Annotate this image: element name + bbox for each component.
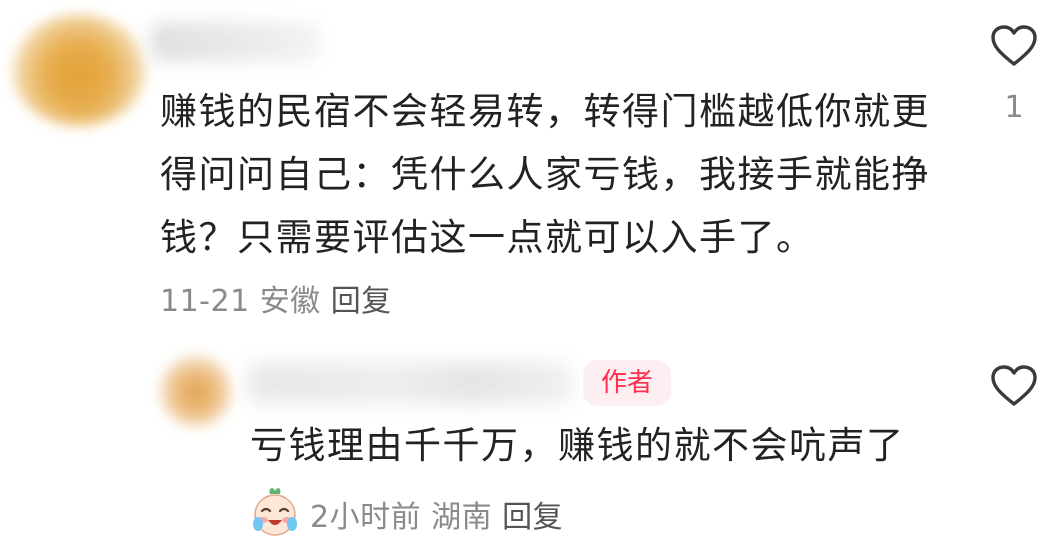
- comment-date: 11-21: [160, 284, 250, 319]
- crying-laughing-emoji-icon: [248, 484, 302, 538]
- reply-avatar[interactable]: [160, 355, 232, 427]
- comment-username-blurred[interactable]: [150, 22, 320, 62]
- author-badge: 作者: [583, 360, 671, 406]
- heart-outline-icon: [991, 365, 1037, 406]
- heart-outline-icon: [991, 25, 1037, 66]
- comment-like-button[interactable]: [990, 24, 1038, 72]
- comment-meta: 11-21 安徽 回复: [160, 276, 402, 320]
- comment-text: 赚钱的民宿不会轻易转，转得门槛越低你就更得问问自己：凭什么人家亏钱，我接手就能挣…: [160, 90, 930, 259]
- reply-text: 亏钱理由千千万，赚钱的就不会吭声了: [250, 424, 905, 467]
- comment-avatar[interactable]: [12, 14, 146, 126]
- reply-time: 2小时前: [310, 500, 422, 535]
- reply-reply-button[interactable]: 回复: [502, 500, 563, 535]
- comment-location: 安徽: [259, 284, 321, 319]
- reply-username-blurred[interactable]: [248, 362, 573, 404]
- reply-meta: 2小时前 湖南 回复: [310, 492, 573, 536]
- reply-location: 湖南: [431, 500, 493, 535]
- reply-like-button[interactable]: [990, 364, 1038, 412]
- comment-reply-button[interactable]: 回复: [331, 284, 392, 319]
- comment-like-count: 1: [1004, 90, 1024, 125]
